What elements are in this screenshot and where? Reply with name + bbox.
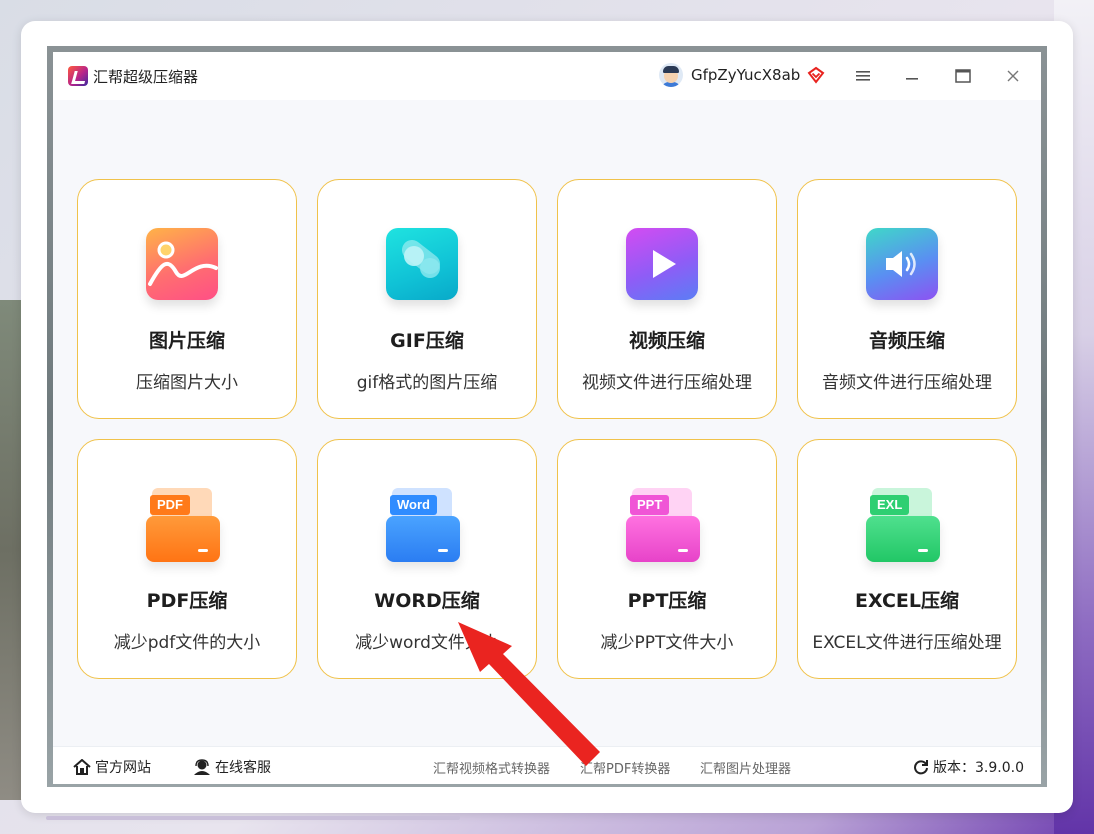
minimize-icon[interactable] bbox=[901, 64, 925, 88]
maximize-icon[interactable] bbox=[951, 64, 975, 88]
card-pdf-compress[interactable]: PDF PDF压缩 减少pdf文件的大小 bbox=[77, 439, 297, 679]
folder-tag: PDF bbox=[150, 495, 190, 515]
card-title: 视频压缩 bbox=[628, 330, 705, 352]
pdf-folder-icon: PDF bbox=[146, 488, 220, 562]
hamburger-menu-icon[interactable] bbox=[851, 64, 875, 88]
folder-tag: Word bbox=[390, 495, 437, 515]
official-website-label: 官方网站 bbox=[95, 760, 151, 776]
card-desc: gif格式的图片压缩 bbox=[356, 373, 498, 393]
footer-link-video-converter[interactable]: 汇帮视频格式转换器 bbox=[433, 758, 550, 777]
card-title: 音频压缩 bbox=[868, 330, 945, 352]
card-title: 图片压缩 bbox=[148, 330, 225, 352]
word-folder-icon: Word bbox=[386, 488, 460, 562]
folder-tag: EXL bbox=[870, 495, 910, 515]
app-logo-icon bbox=[68, 66, 88, 86]
support-headset-icon bbox=[194, 759, 210, 775]
card-gif-compress[interactable]: GIF压缩 gif格式的图片压缩 bbox=[317, 179, 537, 419]
card-desc: 减少word文件大小 bbox=[355, 633, 499, 653]
card-title: GIF压缩 bbox=[390, 330, 464, 352]
titlebar: 汇帮超级压缩器 GfpZyYucX8ab bbox=[53, 52, 1041, 100]
card-image-compress[interactable]: 图片压缩 压缩图片大小 bbox=[77, 179, 297, 419]
footer-bar: 官方网站 在线客服 汇帮视频格式转换器 汇帮PDF转换器 汇帮图片处理器 版本：… bbox=[53, 746, 1041, 784]
image-icon bbox=[146, 228, 220, 302]
username[interactable]: GfpZyYucX8ab bbox=[691, 66, 800, 84]
card-word-compress[interactable]: Word WORD压缩 减少word文件大小 bbox=[317, 439, 537, 679]
online-support-label: 在线客服 bbox=[215, 760, 271, 776]
card-desc: 减少pdf文件的大小 bbox=[113, 633, 261, 653]
card-title: EXCEL压缩 bbox=[855, 590, 959, 612]
home-icon bbox=[73, 759, 91, 775]
card-title: PDF压缩 bbox=[146, 590, 228, 612]
version-label: 版本：3.9.0.0 bbox=[933, 760, 1024, 776]
card-desc: 减少PPT文件大小 bbox=[600, 633, 734, 653]
app-window: 汇帮超级压缩器 GfpZyYucX8ab 图片压缩 压缩图片大小 GIF压缩 g… bbox=[53, 52, 1041, 784]
gif-icon bbox=[386, 228, 460, 302]
video-play-icon bbox=[626, 228, 700, 302]
tool-grid: 图片压缩 压缩图片大小 GIF压缩 gif格式的图片压缩 视频压缩 视频文件进行… bbox=[53, 100, 1041, 746]
folder-tag: PPT bbox=[630, 495, 670, 515]
card-video-compress[interactable]: 视频压缩 视频文件进行压缩处理 bbox=[557, 179, 777, 419]
card-desc: 音频文件进行压缩处理 bbox=[822, 373, 992, 393]
vip-diamond-icon[interactable] bbox=[807, 66, 825, 84]
card-desc: 压缩图片大小 bbox=[136, 373, 238, 393]
card-desc: 视频文件进行压缩处理 bbox=[582, 373, 752, 393]
card-title: WORD压缩 bbox=[374, 590, 480, 612]
footer-link-image-processor[interactable]: 汇帮图片处理器 bbox=[700, 758, 791, 777]
app-title: 汇帮超级压缩器 bbox=[93, 68, 199, 86]
excel-folder-icon: EXL bbox=[866, 488, 940, 562]
close-icon[interactable] bbox=[1001, 64, 1025, 88]
card-excel-compress[interactable]: EXL EXCEL压缩 EXCEL文件进行压缩处理 bbox=[797, 439, 1017, 679]
card-desc: EXCEL文件进行压缩处理 bbox=[812, 633, 1002, 653]
version-info[interactable]: 版本：3.9.0.0 bbox=[913, 757, 1024, 777]
online-support-link[interactable]: 在线客服 bbox=[193, 757, 271, 777]
audio-speaker-icon bbox=[866, 228, 940, 302]
ppt-folder-icon: PPT bbox=[626, 488, 700, 562]
card-bottom-strip bbox=[46, 816, 460, 820]
card-title: PPT压缩 bbox=[627, 590, 707, 612]
card-ppt-compress[interactable]: PPT PPT压缩 减少PPT文件大小 bbox=[557, 439, 777, 679]
official-website-link[interactable]: 官方网站 bbox=[73, 757, 151, 777]
footer-link-pdf-converter[interactable]: 汇帮PDF转换器 bbox=[580, 758, 670, 777]
card-audio-compress[interactable]: 音频压缩 音频文件进行压缩处理 bbox=[797, 179, 1017, 419]
user-avatar[interactable] bbox=[659, 63, 683, 87]
refresh-icon bbox=[914, 760, 928, 775]
